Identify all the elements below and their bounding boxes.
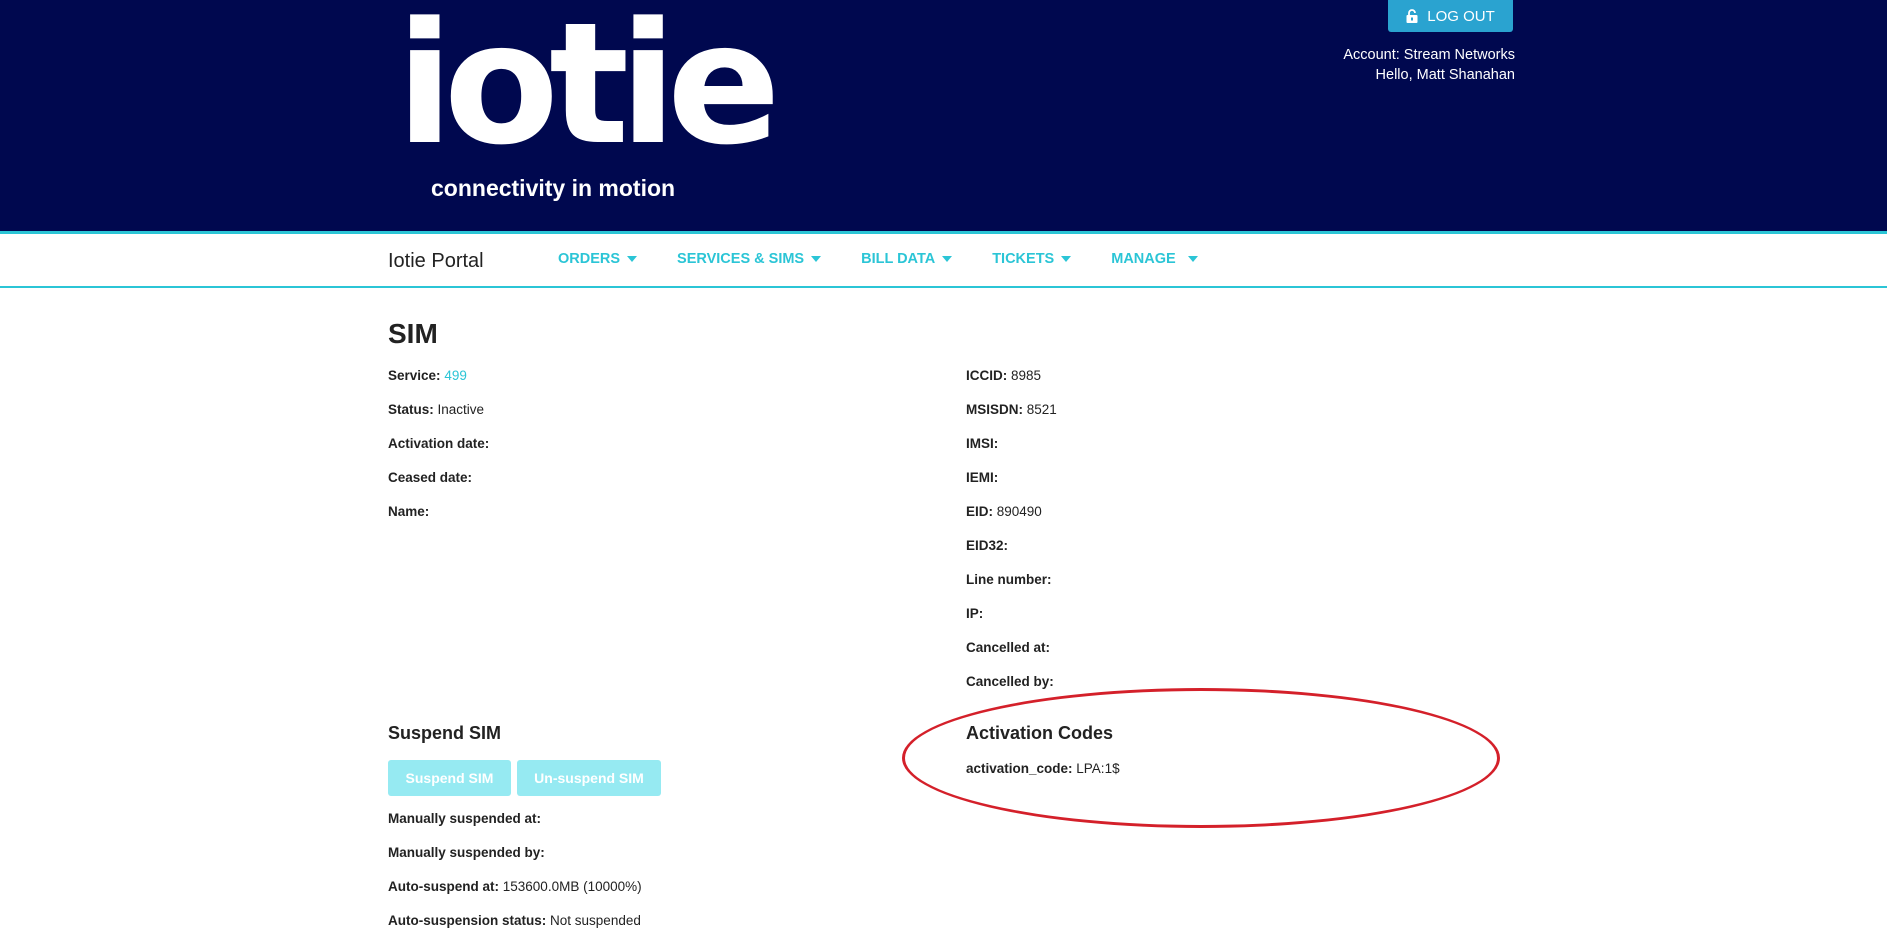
field-manually-suspended-by: Manually suspended by: [388,845,545,860]
field-label: Cancelled at: [966,640,1051,655]
service-link[interactable]: 499 [444,368,467,383]
highlight-ellipse [902,688,1500,828]
logout-label: LOG OUT [1427,7,1495,25]
logout-button[interactable]: LOG OUT [1388,0,1513,32]
field-value: 8985 [1011,368,1042,383]
field-label: Name: [388,504,430,519]
nav-tickets-label: TICKETS [992,251,1055,267]
field-msisdn: MSISDN: 8521 [966,402,1057,417]
nav-bill-data-label: BILL DATA [861,251,936,267]
field-label: Auto-suspend at: [388,879,499,894]
field-cancelled-by: Cancelled by: [966,674,1054,689]
field-value: 890490 [996,504,1042,519]
field-value: 153600.0MB (10000%) [502,879,642,894]
nav-manage-label: MANAGE [1111,251,1176,267]
logo-tagline: connectivity in motion [431,175,676,201]
field-ceased-date: Ceased date: [388,470,472,485]
field-label: EID32: [966,538,1009,553]
field-label: MSISDN: [966,402,1023,417]
field-manually-suspended-at: Manually suspended at: [388,811,541,826]
nav-tickets[interactable]: TICKETS [992,251,1072,267]
caret-down-icon [942,256,953,262]
field-activation-date: Activation date: [388,436,489,451]
field-line-number: Line number: [966,572,1052,587]
field-iccid: ICCID: 8985 [966,368,1041,383]
field-label: Ceased date: [388,470,473,485]
site-header: iotie connectivity in motion LOG OUT Acc… [0,0,1887,231]
field-auto-suspension-status: Auto-suspension status: Not suspended [388,913,641,928]
nav-services-sims-label: SERVICES & SIMS [677,251,805,267]
field-cancelled-at: Cancelled at: [966,640,1050,655]
field-label: ICCID: [966,368,1008,383]
field-label: Auto-suspension status: [388,913,547,928]
field-eid32: EID32: [966,538,1008,553]
field-imsi: IMSI: [966,436,998,451]
nav-services-sims[interactable]: SERVICES & SIMS [677,251,822,267]
unsuspend-sim-button[interactable]: Un-suspend SIM [517,760,661,796]
suspend-section-title: Suspend SIM [388,723,502,743]
field-name: Name: [388,504,429,519]
field-label: IP: [966,606,984,621]
field-value: Not suspended [550,913,641,928]
user-greeting: Hello, Matt Shanahan [1375,67,1515,83]
field-label: Manually suspended at: [388,811,542,826]
field-auto-suspend-at: Auto-suspend at: 153600.0MB (10000%) [388,879,642,894]
nav-menu: ORDERS SERVICES & SIMS BILL DATA TICKETS… [558,251,1238,267]
caret-down-icon [627,256,638,262]
nav-bill-data[interactable]: BILL DATA [861,251,953,267]
field-iemi: IEMI: [966,470,998,485]
account-name: Account: Stream Networks [1343,47,1515,63]
nav-manage[interactable]: MANAGE [1111,251,1198,267]
field-label: IEMI: [966,470,999,485]
field-label: Cancelled by: [966,674,1054,689]
field-eid: EID: 890490 [966,504,1042,519]
field-value: Inactive [437,402,485,417]
unlock-icon [1406,9,1418,23]
nav-orders-label: ORDERS [558,251,621,267]
field-label: Manually suspended by: [388,845,545,860]
field-service: Service: 499 [388,368,467,383]
portal-title[interactable]: Iotie Portal [388,250,484,273]
field-label: Line number: [966,572,1052,587]
field-label: EID: [966,504,993,519]
nav-orders[interactable]: ORDERS [558,251,638,267]
field-label: IMSI: [966,436,999,451]
suspend-sim-button[interactable]: Suspend SIM [388,760,511,796]
field-ip: IP: [966,606,983,621]
account-info: Account: Stream Networks Hello, Matt Sha… [1343,45,1515,85]
iotie-logo[interactable]: iotie [396,0,781,168]
field-value: 8521 [1026,402,1057,417]
caret-down-icon [811,256,822,262]
main-navbar: Iotie Portal ORDERS SERVICES & SIMS BILL… [0,234,1887,288]
field-label: Status: [388,402,434,417]
page-title: SIM [388,318,438,349]
field-status: Status: Inactive [388,402,484,417]
field-label: Activation date: [388,436,490,451]
caret-down-icon [1061,256,1072,262]
caret-down-icon [1187,256,1198,262]
field-label: Service: [388,368,441,383]
